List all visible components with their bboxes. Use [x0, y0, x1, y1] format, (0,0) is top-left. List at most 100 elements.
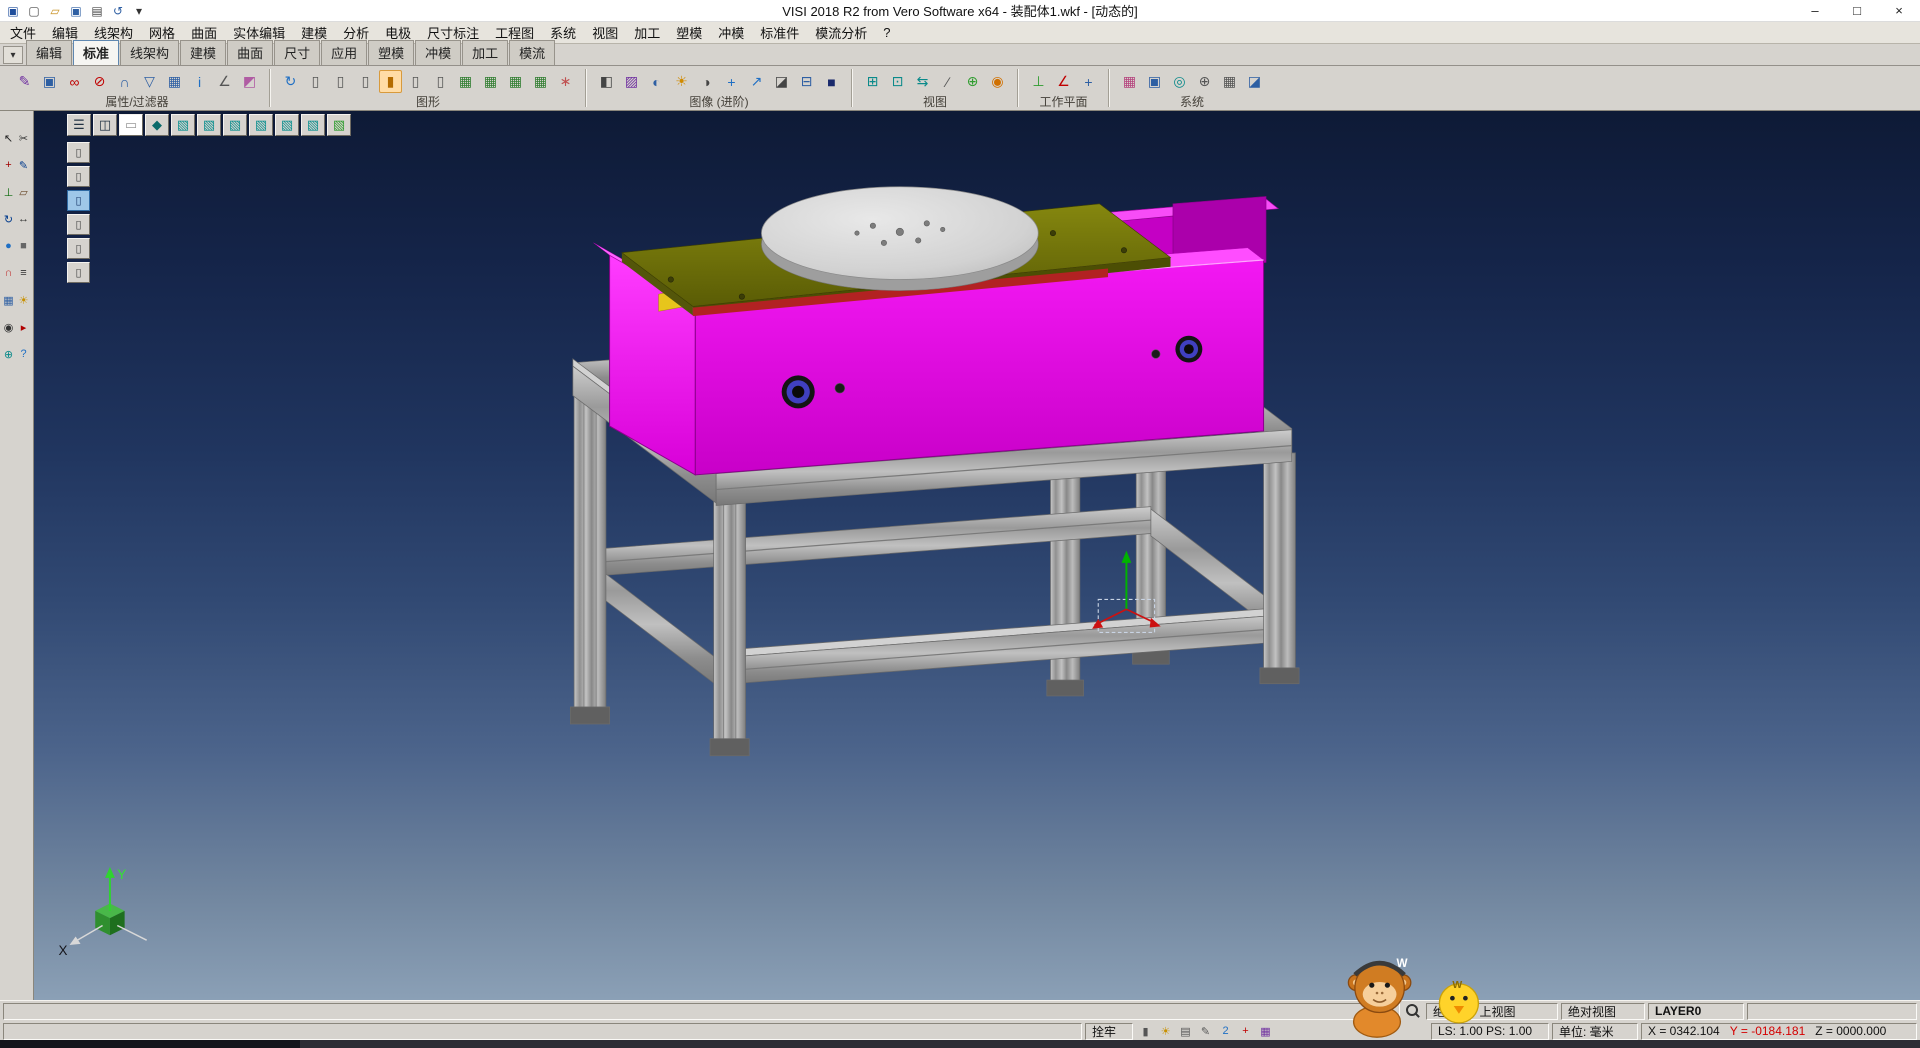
view-iso-icon[interactable]: ▧: [171, 114, 195, 136]
layer-bar-icon-1[interactable]: ▯: [304, 70, 327, 93]
display-settings-icon[interactable]: ▣: [1143, 70, 1166, 93]
sheet-grid-icon-4[interactable]: ▦: [529, 70, 552, 93]
view-preset-icon-6[interactable]: ▯: [67, 262, 90, 283]
crosshair-icon[interactable]: +: [2, 158, 16, 172]
minimize-button[interactable]: –: [1794, 0, 1836, 21]
print-icon[interactable]: ▤: [88, 2, 106, 20]
zoom-window-icon[interactable]: ⊡: [886, 70, 909, 93]
snap-lock-icon[interactable]: ▮: [1136, 1023, 1155, 1040]
workplane-edit-icon[interactable]: ∠: [1052, 70, 1075, 93]
sphere-icon[interactable]: ●: [2, 239, 16, 253]
save-icon[interactable]: ▣: [67, 2, 85, 20]
axis-icon[interactable]: ⊥: [2, 185, 16, 199]
redraw-icon[interactable]: ↻: [279, 70, 302, 93]
ribbon-tab[interactable]: 标准: [73, 40, 119, 65]
layers-icon[interactable]: ≡: [17, 266, 31, 280]
ribbon-tab[interactable]: 建模: [180, 40, 226, 65]
open-folder-icon[interactable]: ▱: [46, 2, 64, 20]
light-icon[interactable]: ☀: [17, 293, 31, 307]
pan-view-icon[interactable]: ⇆: [911, 70, 934, 93]
view-top-icon[interactable]: ▧: [223, 114, 247, 136]
fit-view-icon[interactable]: ⊞: [861, 70, 884, 93]
menu-item[interactable]: 标准件: [752, 22, 807, 43]
material-icon[interactable]: ◐: [645, 70, 668, 93]
arrow-select-icon[interactable]: ↗: [745, 70, 768, 93]
cube-icon[interactable]: ■: [17, 239, 31, 253]
qat-menu-caret-icon[interactable]: ▾: [130, 2, 148, 20]
app-logo[interactable]: ▣: [4, 2, 22, 20]
layer-bar-icon-3[interactable]: ▯: [354, 70, 377, 93]
layer-bar-icon-2[interactable]: ▯: [329, 70, 352, 93]
chain-link-icon[interactable]: ∞: [63, 70, 86, 93]
undo-icon[interactable]: ↺: [109, 2, 127, 20]
dynamic-zoom-icon[interactable]: ◉: [986, 70, 1009, 93]
ribbon-tab[interactable]: 尺寸: [274, 40, 320, 65]
new-file-icon[interactable]: ▢: [25, 2, 43, 20]
paint-attributes-icon[interactable]: ◩: [238, 70, 261, 93]
advanced-settings-icon[interactable]: +: [720, 70, 743, 93]
shadow-icon[interactable]: ◑: [695, 70, 718, 93]
absolute-view-field[interactable]: 绝对视图: [1561, 1003, 1645, 1020]
pointer-icon[interactable]: ↖: [2, 131, 16, 145]
active-layer-field[interactable]: LAYER0: [1648, 1003, 1744, 1020]
ribbon-tab[interactable]: 塑模: [368, 40, 414, 65]
menu-item[interactable]: 冲模: [710, 22, 752, 43]
ribbon-tab[interactable]: 冲模: [415, 40, 461, 65]
measure-angle-icon[interactable]: ∠: [213, 70, 236, 93]
view-back-icon[interactable]: ▧: [301, 114, 325, 136]
ribbon-tab[interactable]: 编辑: [26, 40, 72, 65]
view-preset-icon-2[interactable]: ▯: [67, 166, 90, 187]
view-preset-icon-3[interactable]: ▯: [67, 190, 90, 211]
lock-field[interactable]: 拴牢: [1085, 1023, 1133, 1040]
ribbon-tab[interactable]: 加工: [462, 40, 508, 65]
viewport-count-badge[interactable]: 2: [1216, 1023, 1235, 1040]
break-link-icon[interactable]: ⊘: [88, 70, 111, 93]
ribbon-tab[interactable]: 应用: [321, 40, 367, 65]
sheet-grid-icon-2[interactable]: ▦: [479, 70, 502, 93]
sketch-line-icon[interactable]: ∕: [936, 70, 959, 93]
view-layout-icon[interactable]: ◫: [93, 114, 117, 136]
sheet-grid-icon-1[interactable]: ▦: [454, 70, 477, 93]
magnet-filter-icon[interactable]: ∩: [113, 70, 136, 93]
filter-funnel-icon[interactable]: ▽: [138, 70, 161, 93]
windows-taskbar-sliver[interactable]: [0, 1040, 1920, 1048]
view-front-icon[interactable]: ▧: [197, 114, 221, 136]
close-button[interactable]: ×: [1878, 0, 1920, 21]
solid-cube-icon[interactable]: ■: [820, 70, 843, 93]
texture-icon[interactable]: ▨: [620, 70, 643, 93]
view-right-icon[interactable]: ▧: [275, 114, 299, 136]
eraser-icon[interactable]: ▱: [17, 185, 31, 199]
axis-ref-icon[interactable]: +: [1236, 1023, 1255, 1040]
magnet-icon[interactable]: ∩: [2, 266, 16, 280]
menu-item[interactable]: 塑模: [668, 22, 710, 43]
maximize-button[interactable]: □: [1836, 0, 1878, 21]
pencil-icon[interactable]: ✎: [17, 158, 31, 172]
view-list-icon[interactable]: ☰: [67, 114, 91, 136]
tab-dropdown-icon[interactable]: ▾: [3, 46, 23, 64]
view-left-icon[interactable]: ▧: [249, 114, 273, 136]
blank-sheet-icon[interactable]: ▭: [119, 114, 143, 136]
lighting-icon[interactable]: ☀: [670, 70, 693, 93]
globe-icon[interactable]: ◎: [1168, 70, 1191, 93]
element-filter-icon[interactable]: ▦: [163, 70, 186, 93]
grid-config-icon[interactable]: ▦: [1218, 70, 1241, 93]
scissors-icon[interactable]: ✂: [17, 131, 31, 145]
light-toggle-icon[interactable]: ☀: [1156, 1023, 1175, 1040]
pencil-icon[interactable]: ✎: [1196, 1023, 1215, 1040]
rotate-icon[interactable]: ↻: [2, 212, 16, 226]
sheet-grid-icon-3[interactable]: ▦: [504, 70, 527, 93]
menu-item[interactable]: 加工: [626, 22, 668, 43]
pick-plane-icon[interactable]: ◆: [145, 114, 169, 136]
view-preset-icon-4[interactable]: ▯: [67, 214, 90, 235]
printer-icon[interactable]: ▤: [1176, 1023, 1195, 1040]
help-icon[interactable]: ?: [17, 347, 31, 361]
layer-bar-icon-5[interactable]: ▯: [429, 70, 452, 93]
view-preset-icon-5[interactable]: ▯: [67, 238, 90, 259]
clip-plane-icon[interactable]: ⊟: [795, 70, 818, 93]
color-palette-icon[interactable]: ▦: [1118, 70, 1141, 93]
target-icon[interactable]: ◉: [2, 320, 16, 334]
explode-view-icon[interactable]: ∗: [554, 70, 577, 93]
3d-viewport[interactable]: Y X ☰◫▭◆▧▧▧▧▧▧▧ ▯▯▯▯▯▯: [34, 111, 1920, 1000]
disc-model[interactable]: [761, 187, 1038, 291]
section-view-icon[interactable]: ◪: [770, 70, 793, 93]
